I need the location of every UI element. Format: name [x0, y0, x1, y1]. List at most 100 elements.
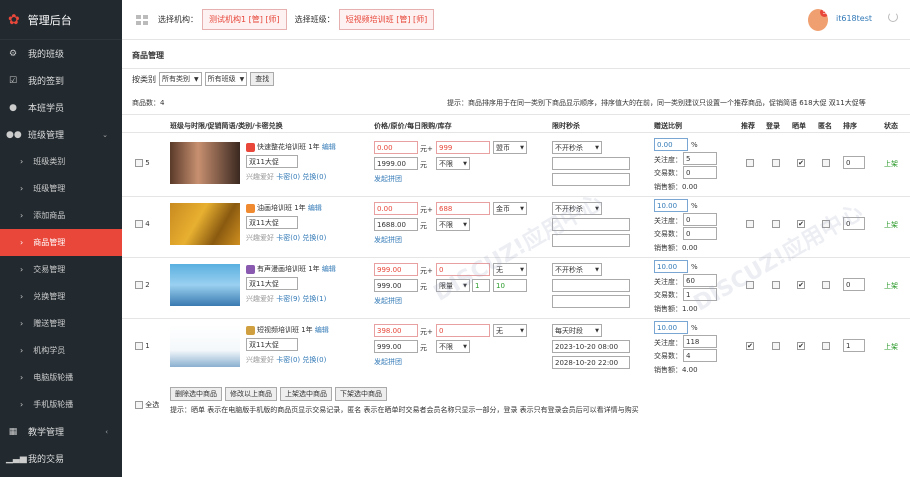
limit-select[interactable]: 限量 ▼: [436, 279, 470, 292]
limit-select[interactable]: 不限 ▼: [436, 157, 470, 170]
price-input[interactable]: 0.00: [374, 202, 418, 215]
row-select[interactable]: 4: [135, 220, 150, 228]
original-price-input[interactable]: 999.00: [374, 279, 418, 292]
sidebar-sub-item-0[interactable]: › 班级类别: [0, 148, 122, 175]
group-buy-link[interactable]: 发起拼团: [374, 235, 402, 245]
currency-select[interactable]: 无 ▼: [493, 263, 527, 276]
promo-input[interactable]: 双11大促: [246, 338, 298, 351]
deals-input[interactable]: 1: [683, 288, 717, 301]
login-checkbox[interactable]: [772, 281, 780, 289]
sidebar-item-2[interactable]: ● 本班学员: [0, 94, 122, 121]
recommend-checkbox[interactable]: [746, 342, 754, 350]
sidebar-sub-item-5[interactable]: › 兑换管理: [0, 283, 122, 310]
anon-checkbox[interactable]: [822, 220, 830, 228]
currency-select[interactable]: 金币 ▼: [493, 202, 527, 215]
flash-end-input[interactable]: [552, 234, 630, 247]
exchange-link[interactable]: 兑换(0): [302, 173, 326, 181]
recommend-checkbox[interactable]: [746, 281, 754, 289]
class-selector[interactable]: 短视频培训班 [管] [师]: [338, 9, 435, 30]
sidebar-sub-item-1[interactable]: › 班级管理: [0, 175, 122, 202]
promo-input[interactable]: 双11大促: [246, 277, 298, 290]
exchange-link[interactable]: 兑换(1): [302, 295, 326, 303]
class-select[interactable]: 所有班级 ▼: [204, 72, 248, 86]
flash-start-input[interactable]: [552, 279, 630, 292]
group-buy-link[interactable]: 发起拼团: [374, 174, 402, 184]
app-logo[interactable]: ✿ 管理后台: [0, 0, 122, 40]
focus-input[interactable]: 5: [683, 152, 717, 165]
sidebar-item-3[interactable]: ●● 班级管理 ⌄: [0, 121, 122, 148]
sidebar-bottom-item-0[interactable]: ▦ 教学管理 ‹: [0, 418, 122, 445]
sidebar-sub-item-3[interactable]: › 商品管理: [0, 229, 122, 256]
flash-end-input[interactable]: 2028-10-20 22:00: [552, 356, 630, 369]
flash-sale-select[interactable]: 每天时段 ▼: [552, 324, 602, 337]
recommend-checkbox[interactable]: [746, 220, 754, 228]
show-checkbox[interactable]: [797, 281, 805, 289]
card-link[interactable]: 卡密(9): [276, 295, 300, 303]
daily-limit-input[interactable]: 1: [472, 279, 490, 292]
anon-checkbox[interactable]: [822, 159, 830, 167]
currency-select[interactable]: 盟币 ▼: [493, 141, 527, 154]
promo-input[interactable]: 双11大促: [246, 216, 298, 229]
points-input[interactable]: 0: [436, 324, 490, 337]
sort-input[interactable]: 0: [843, 278, 865, 291]
login-checkbox[interactable]: [772, 342, 780, 350]
focus-input[interactable]: 60: [683, 274, 717, 287]
limit-select[interactable]: 不限 ▼: [436, 340, 470, 353]
price-input[interactable]: 0.00: [374, 141, 418, 154]
card-link[interactable]: 卡密(0): [276, 356, 300, 364]
limit-select[interactable]: 不限 ▼: [436, 218, 470, 231]
show-checkbox[interactable]: [797, 220, 805, 228]
price-input[interactable]: 999.00: [374, 263, 418, 276]
ratio-input[interactable]: 10.00: [654, 260, 688, 273]
original-price-input[interactable]: 1688.00: [374, 218, 418, 231]
status-badge[interactable]: 上架: [884, 281, 898, 291]
recommend-checkbox[interactable]: [746, 159, 754, 167]
login-checkbox[interactable]: [772, 159, 780, 167]
action-button-3[interactable]: 下架选中商品: [335, 387, 387, 401]
deals-input[interactable]: 0: [683, 227, 717, 240]
edit-link[interactable]: 编辑: [322, 143, 336, 151]
sidebar-bottom-item-1[interactable]: ▁▃▅ 我的交易: [0, 445, 122, 472]
price-input[interactable]: 398.00: [374, 324, 418, 337]
row-select[interactable]: 5: [135, 159, 150, 167]
flash-start-input[interactable]: [552, 218, 630, 231]
exchange-link[interactable]: 兑换(0): [302, 356, 326, 364]
focus-input[interactable]: 0: [683, 213, 717, 226]
status-badge[interactable]: 上架: [884, 159, 898, 169]
original-price-input[interactable]: 1999.00: [374, 157, 418, 170]
points-input[interactable]: 688: [436, 202, 490, 215]
action-button-0[interactable]: 删除选中商品: [170, 387, 222, 401]
focus-input[interactable]: 118: [683, 335, 717, 348]
power-icon[interactable]: [888, 12, 898, 22]
action-button-2[interactable]: 上架选中商品: [280, 387, 332, 401]
anon-checkbox[interactable]: [822, 342, 830, 350]
points-input[interactable]: 999: [436, 141, 490, 154]
username[interactable]: it618test: [836, 14, 872, 23]
deals-input[interactable]: 0: [683, 166, 717, 179]
menu-toggle-icon[interactable]: [136, 14, 148, 25]
select-all[interactable]: 全选: [135, 400, 159, 410]
ratio-input[interactable]: 10.00: [654, 321, 688, 334]
sidebar-sub-item-9[interactable]: › 手机版轮播: [0, 391, 122, 418]
flash-start-input[interactable]: [552, 157, 630, 170]
avatar[interactable]: 5: [808, 9, 828, 31]
flash-end-input[interactable]: [552, 173, 630, 186]
exchange-link[interactable]: 兑换(0): [302, 234, 326, 242]
sort-input[interactable]: 0: [843, 217, 865, 230]
flash-end-input[interactable]: [552, 295, 630, 308]
org-selector[interactable]: 测试机构1 [管] [师]: [202, 9, 287, 30]
group-buy-link[interactable]: 发起拼团: [374, 296, 402, 306]
group-buy-link[interactable]: 发起拼团: [374, 357, 402, 367]
flash-start-input[interactable]: 2023-10-20 08:00: [552, 340, 630, 353]
status-badge[interactable]: 上架: [884, 220, 898, 230]
sidebar-sub-item-6[interactable]: › 赠送管理: [0, 310, 122, 337]
row-select[interactable]: 1: [135, 342, 150, 350]
ratio-input[interactable]: 10.00: [654, 199, 688, 212]
flash-sale-select[interactable]: 不开秒杀 ▼: [552, 141, 602, 154]
sidebar-item-0[interactable]: ⚙ 我的班级: [0, 40, 122, 67]
edit-link[interactable]: 编辑: [315, 326, 329, 334]
sidebar-sub-item-7[interactable]: › 机构学员: [0, 337, 122, 364]
show-checkbox[interactable]: [797, 159, 805, 167]
stock-input[interactable]: 10: [493, 279, 527, 292]
edit-link[interactable]: 编辑: [308, 204, 322, 212]
